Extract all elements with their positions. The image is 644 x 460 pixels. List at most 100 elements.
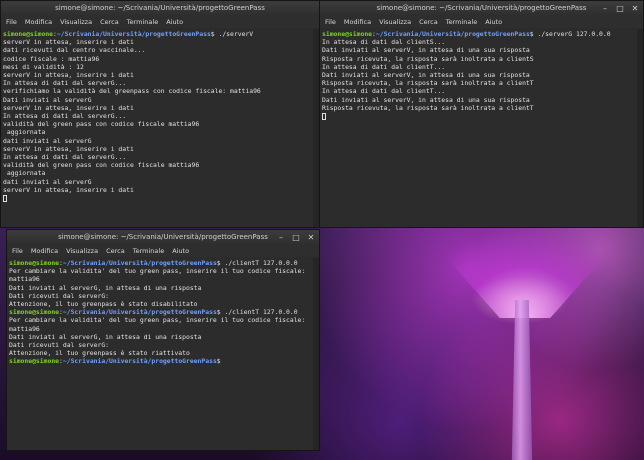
- menu-item-cerca[interactable]: Cerca: [106, 245, 125, 257]
- text-cursor: [322, 112, 326, 120]
- output-line: Risposta ricevuta, la risposta sarà inol…: [322, 79, 534, 88]
- output-line: Dati inviati al serverG, in attesa di un…: [9, 283, 202, 292]
- output-line: In attesa di dati dal clientT...: [322, 62, 446, 71]
- menu-item-file[interactable]: File: [6, 16, 17, 28]
- output-line: In attesa di dati dal serverG...: [3, 153, 127, 162]
- cursor-line: [3, 194, 313, 202]
- menu-item-modifica[interactable]: Modifica: [344, 16, 371, 28]
- prompt-line: simone@simone:~/Scrivania/Università/pro…: [9, 308, 298, 317]
- prompt-line: simone@simone:~/Scrivania/Università/pro…: [322, 30, 611, 38]
- menu-item-visualizza[interactable]: Visualizza: [379, 16, 411, 28]
- window-title: simone@simone: ~/Scrivania/Università/pr…: [58, 233, 268, 241]
- terminal-output[interactable]: simone@simone:~/Scrivania/Università/pro…: [7, 258, 313, 450]
- output-line: aggiornata: [3, 128, 46, 137]
- prompt-user: simone@simone: [9, 259, 60, 267]
- prompt-user: simone@simone: [9, 357, 60, 366]
- terminal-window-serverV[interactable]: simone@simone: ~/Scrivania/Università/pr…: [0, 0, 320, 228]
- menu-item-cerca[interactable]: Cerca: [419, 16, 438, 28]
- window-titlebar[interactable]: simone@simone: ~/Scrivania/Università/pr…: [320, 1, 643, 16]
- prompt-command: $ ./serverV: [210, 30, 254, 38]
- window-title: simone@simone: ~/Scrivania/Università/pr…: [55, 4, 265, 12]
- output-line: Dati inviati al serverG: [3, 95, 92, 104]
- text-cursor: [3, 194, 7, 202]
- output-line: serverV in attesa, inserire i dati: [3, 103, 134, 112]
- maximize-icon[interactable]: □: [616, 1, 624, 16]
- window-title: simone@simone: ~/Scrivania/Università/pr…: [376, 4, 587, 12]
- output-line: Dati inviati al serverV, in attesa di un…: [322, 46, 530, 55]
- terminal-output[interactable]: simone@simone:~/Scrivania/Università/pro…: [320, 29, 637, 227]
- scrollbar[interactable]: [313, 258, 319, 450]
- menu-item-aiuto[interactable]: Aiuto: [485, 16, 502, 28]
- output-line: mattia96: [9, 324, 40, 333]
- output-line: serverV in attesa, inserire i dati: [3, 185, 134, 194]
- menu-item-modifica[interactable]: Modifica: [31, 245, 58, 257]
- output-line: Dati inviati al serverV, in attesa di un…: [322, 95, 530, 104]
- menu-item-file[interactable]: File: [325, 16, 336, 28]
- output-line: aggiornata: [3, 169, 46, 178]
- cursor-line: [322, 112, 637, 120]
- minimize-icon[interactable]: –: [277, 230, 285, 245]
- terminal-output[interactable]: simone@simone:~/Scrivania/Università/pro…: [1, 29, 313, 227]
- output-line: mesi di validità : 12: [3, 62, 84, 71]
- output-line: In attesa di dati dal serverG...: [3, 79, 127, 88]
- menu-item-terminale[interactable]: Terminale: [446, 16, 477, 28]
- output-line: validità del green pass con codice fisca…: [3, 161, 200, 170]
- output-line: Dati inviati al serverG, in attesa di un…: [9, 332, 202, 341]
- prompt-path: ~/Scrivania/Università/progettoGreenPass: [62, 357, 217, 366]
- menu-item-file[interactable]: File: [12, 245, 23, 257]
- output-line: Dati ricevuti dal serverG:: [9, 291, 110, 300]
- menu-item-visualizza[interactable]: Visualizza: [66, 245, 98, 257]
- menu-bar: File Modifica Visualizza Cerca Terminale Aiut…: [7, 245, 319, 257]
- maximize-icon[interactable]: □: [292, 230, 300, 245]
- window-controls: – □ ✕: [277, 230, 315, 245]
- output-line: validità del green pass con codice fisca…: [3, 120, 200, 129]
- prompt-line: simone@simone:~/Scrivania/Università/pro…: [3, 30, 254, 38]
- output-line: Dati ricevuti dal serverG:: [9, 341, 110, 350]
- output-line: Dati inviati al serverV, in attesa di un…: [322, 71, 530, 80]
- output-line: Per cambiare la validita' del tuo green …: [9, 316, 306, 325]
- output-line: dati ricevuti dal centro vaccinale...: [3, 46, 146, 55]
- wallpaper-tree-stem: [511, 300, 533, 460]
- prompt-command: $ ./clientT 127.0.0.0: [216, 308, 298, 317]
- window-controls: – □ ✕: [601, 1, 639, 16]
- output-line: In attesa di dati dal clientT...: [322, 87, 446, 96]
- close-icon[interactable]: ✕: [631, 1, 639, 16]
- menu-item-cerca[interactable]: Cerca: [100, 16, 119, 28]
- output-line: Risposta ricevuta, la risposta sarà inol…: [322, 54, 534, 63]
- menu-item-aiuto[interactable]: Aiuto: [166, 16, 183, 28]
- prompt-command: $ ./serverG 127.0.0.0: [529, 30, 611, 38]
- prompt-user: simone@simone: [9, 308, 60, 317]
- window-titlebar[interactable]: simone@simone: ~/Scrivania/Università/pr…: [1, 1, 319, 16]
- output-line: dati inviati al serverG: [3, 136, 92, 145]
- menu-item-aiuto[interactable]: Aiuto: [172, 245, 189, 257]
- output-line: Risposta ricevuta, la risposta sarà inol…: [322, 103, 534, 112]
- output-line: mattia96: [9, 275, 40, 284]
- output-line: serverV in attesa, inserire i dati: [3, 144, 134, 153]
- output-line: serverV in attesa, inserire i dati: [3, 71, 134, 80]
- scrollbar[interactable]: [637, 29, 643, 227]
- menu-bar: File Modifica Visualizza Cerca Terminale Aiut…: [1, 16, 319, 28]
- output-line: In attesa di dati dal serverG...: [3, 112, 127, 121]
- prompt-user: simone@simone: [322, 30, 373, 38]
- close-icon[interactable]: ✕: [307, 230, 315, 245]
- output-line: verifichiamo la validità del greenpass c…: [3, 87, 261, 96]
- output-line: Attenzione, il tuo greenpass è stato dis…: [9, 300, 198, 309]
- prompt-path: ~/Scrivania/Università/progettoGreenPass: [62, 259, 217, 267]
- prompt-command: $: [216, 357, 221, 366]
- menu-item-terminale[interactable]: Terminale: [133, 245, 164, 257]
- output-line: dati inviati al serverG: [3, 177, 92, 186]
- terminal-window-clientT[interactable]: simone@simone: ~/Scrivania/Università/pr…: [6, 229, 320, 451]
- prompt-line: simone@simone:~/Scrivania/Università/pro…: [9, 259, 298, 267]
- prompt-path: ~/Scrivania/Università/progettoGreenPass: [56, 30, 211, 38]
- prompt-path: ~/Scrivania/Università/progettoGreenPass: [375, 30, 530, 38]
- window-titlebar[interactable]: simone@simone: ~/Scrivania/Università/pr…: [7, 230, 319, 245]
- menu-item-modifica[interactable]: Modifica: [25, 16, 52, 28]
- menu-item-visualizza[interactable]: Visualizza: [60, 16, 92, 28]
- prompt-path: ~/Scrivania/Università/progettoGreenPass: [62, 308, 217, 317]
- terminal-window-serverG[interactable]: simone@simone: ~/Scrivania/Università/pr…: [319, 0, 644, 228]
- menu-item-terminale[interactable]: Terminale: [127, 16, 158, 28]
- minimize-icon[interactable]: –: [601, 1, 609, 16]
- output-line: codice fiscale : mattia96: [3, 54, 100, 63]
- menu-bar: File Modifica Visualizza Cerca Terminale Aiut…: [320, 16, 643, 28]
- prompt-line: simone@simone:~/Scrivania/Università/pro…: [9, 357, 221, 366]
